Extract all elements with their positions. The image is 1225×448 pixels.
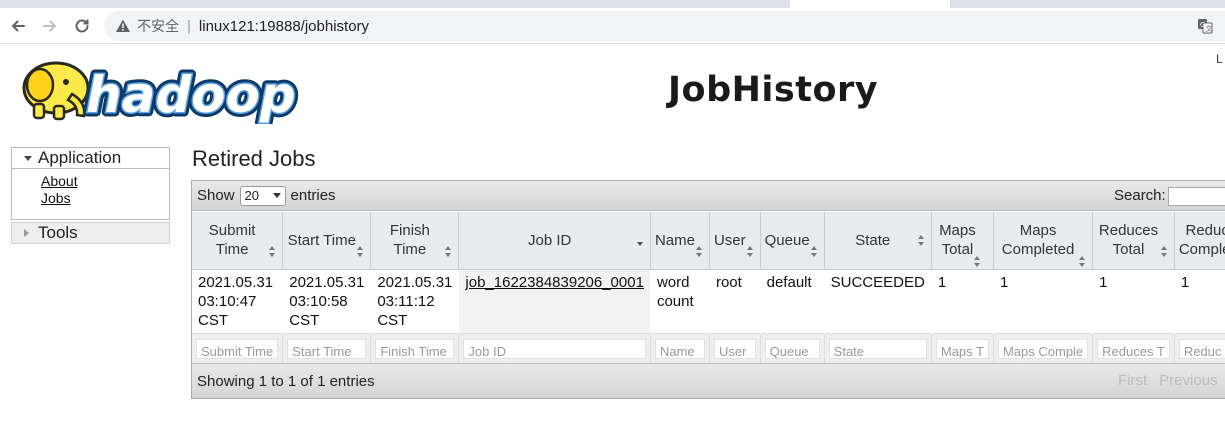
reload-button[interactable] xyxy=(69,14,95,38)
insecure-label: 不安全 xyxy=(137,18,179,34)
browser-toolbar: 不安全 | linux121:19888/jobhistory G文 xyxy=(0,8,1225,44)
col-maps-completed[interactable]: Maps Completed xyxy=(993,212,1094,270)
reload-icon xyxy=(75,19,89,33)
col-reduces-total[interactable]: Reduces Total xyxy=(1092,212,1175,270)
cell-submit-time: 2021.05.31 03:10:47 CST xyxy=(192,269,284,333)
warning-icon[interactable] xyxy=(115,18,131,34)
filter-job-id[interactable]: Job ID xyxy=(463,338,646,359)
filter-row: Submit Time Start Time Finish Time Job I… xyxy=(192,332,1225,365)
application-nav: Application About Jobs xyxy=(11,147,170,220)
forward-arrow-icon xyxy=(43,20,57,32)
cell-finish-time: 2021.05.31 03:11:12 CST xyxy=(370,269,460,333)
sort-icon xyxy=(973,255,981,267)
cell-state: SUCCEEDED xyxy=(824,269,932,333)
first-page-button[interactable]: First xyxy=(1118,372,1147,389)
jobs-table: Submit Time Start Time Finish Time Job I… xyxy=(192,212,1225,365)
cell-user: root xyxy=(709,269,761,333)
back-button[interactable] xyxy=(5,14,31,38)
col-submit-time[interactable]: Submit Time xyxy=(192,212,284,270)
translate-icon[interactable]: G文 xyxy=(1197,18,1213,34)
col-user[interactable]: User xyxy=(709,212,761,270)
tools-label: Tools xyxy=(38,223,78,242)
cell-maps-total: 1 xyxy=(931,269,994,333)
filter-maps-total[interactable]: Maps T xyxy=(935,338,989,359)
col-finish-time[interactable]: Finish Time xyxy=(370,212,460,270)
sort-icon xyxy=(917,234,925,246)
filter-name[interactable]: Name xyxy=(654,338,705,359)
page-length-value: 20 xyxy=(244,188,259,203)
col-queue[interactable]: Queue xyxy=(760,212,825,270)
cell-job-id: job_1622384839206_0001 xyxy=(458,269,651,333)
filter-state[interactable]: State xyxy=(828,338,927,359)
section-title: Retired Jobs xyxy=(192,146,316,171)
table-controls: Show 20 entries Search: xyxy=(192,181,1225,211)
triangle-down-icon xyxy=(24,155,32,161)
jobs-table-wrapper: Show 20 entries Search: Submit Time Star… xyxy=(191,180,1225,399)
sort-icon xyxy=(810,245,818,257)
col-reduces-completed[interactable]: Reduces Completed xyxy=(1174,212,1225,270)
previous-page-button[interactable]: Previous xyxy=(1159,372,1217,389)
cell-name: word count xyxy=(650,269,710,333)
application-label: Application xyxy=(38,148,122,167)
header-row: Submit Time Start Time Finish Time Job I… xyxy=(192,212,1225,270)
sort-icon xyxy=(357,245,364,257)
sort-icon xyxy=(269,245,276,257)
entries-label: entries xyxy=(290,187,336,204)
filter-finish-time[interactable]: Finish Time xyxy=(375,338,455,359)
sort-icon xyxy=(746,245,754,257)
url-separator: | xyxy=(187,17,191,35)
cell-reduces-total: 1 xyxy=(1092,269,1175,333)
col-state[interactable]: State xyxy=(824,212,932,270)
pagination: First Previous xyxy=(1118,372,1218,389)
filter-start-time[interactable]: Start Time xyxy=(287,338,367,359)
cell-reduces-completed: 1 xyxy=(1174,269,1225,333)
sort-icon xyxy=(445,245,452,257)
back-arrow-icon xyxy=(11,20,25,32)
svg-text:hadoop: hadoop xyxy=(86,66,296,124)
url-text[interactable]: linux121:19888/jobhistory xyxy=(199,18,369,35)
sort-icon xyxy=(1160,245,1168,257)
col-start-time[interactable]: Start Time xyxy=(282,212,372,270)
application-nav-header[interactable]: Application xyxy=(12,148,169,169)
hadoop-logo: hadoop hadoop xyxy=(12,52,312,129)
cell-maps-completed: 1 xyxy=(993,269,1094,333)
filter-user[interactable]: User xyxy=(713,338,756,359)
show-label: Show xyxy=(197,187,235,204)
about-link[interactable]: About xyxy=(41,173,169,190)
table-footer: Showing 1 to 1 of 1 entries First Previo… xyxy=(192,363,1225,398)
sort-icon xyxy=(1079,255,1086,267)
cell-start-time: 2021.05.31 03:10:58 CST xyxy=(282,269,372,333)
chevron-down-icon xyxy=(272,193,281,198)
filter-queue[interactable]: Queue xyxy=(764,338,820,359)
forward-button[interactable] xyxy=(37,14,63,38)
tools-nav-header[interactable]: Tools xyxy=(12,223,169,243)
sort-desc-icon xyxy=(636,235,644,246)
col-job-id[interactable]: Job ID xyxy=(458,212,651,270)
col-name[interactable]: Name xyxy=(650,212,710,270)
jobs-link[interactable]: Jobs xyxy=(41,190,169,207)
table-info: Showing 1 to 1 of 1 entries xyxy=(197,372,375,390)
sort-icon xyxy=(695,245,703,257)
cell-queue: default xyxy=(760,269,825,333)
table-row: 2021.05.31 03:10:47 CST 2021.05.31 03:10… xyxy=(192,269,1225,333)
search-label: Search: xyxy=(1114,187,1166,204)
filter-reduces-completed[interactable]: Reduc xyxy=(1178,338,1225,359)
active-tab[interactable] xyxy=(790,0,950,8)
page-title: JobHistory xyxy=(668,70,879,110)
tools-nav[interactable]: Tools xyxy=(11,222,170,244)
filter-reduces-total[interactable]: Reduces T xyxy=(1097,338,1170,359)
job-id-link[interactable]: job_1622384839206_0001 xyxy=(465,274,644,291)
search-input[interactable] xyxy=(1168,187,1225,206)
filter-maps-completed[interactable]: Maps Comple xyxy=(997,338,1089,359)
tab-strip xyxy=(0,0,1225,8)
header-corner-text: L xyxy=(1216,52,1223,66)
triangle-right-icon xyxy=(24,229,29,237)
filter-submit-time[interactable]: Submit Time xyxy=(196,338,279,359)
address-bar[interactable]: 不安全 | linux121:19888/jobhistory G文 xyxy=(104,11,1225,41)
svg-text:文: 文 xyxy=(1206,24,1213,33)
page-length-select[interactable]: 20 xyxy=(239,185,286,206)
col-maps-total[interactable]: Maps Total xyxy=(931,212,994,270)
